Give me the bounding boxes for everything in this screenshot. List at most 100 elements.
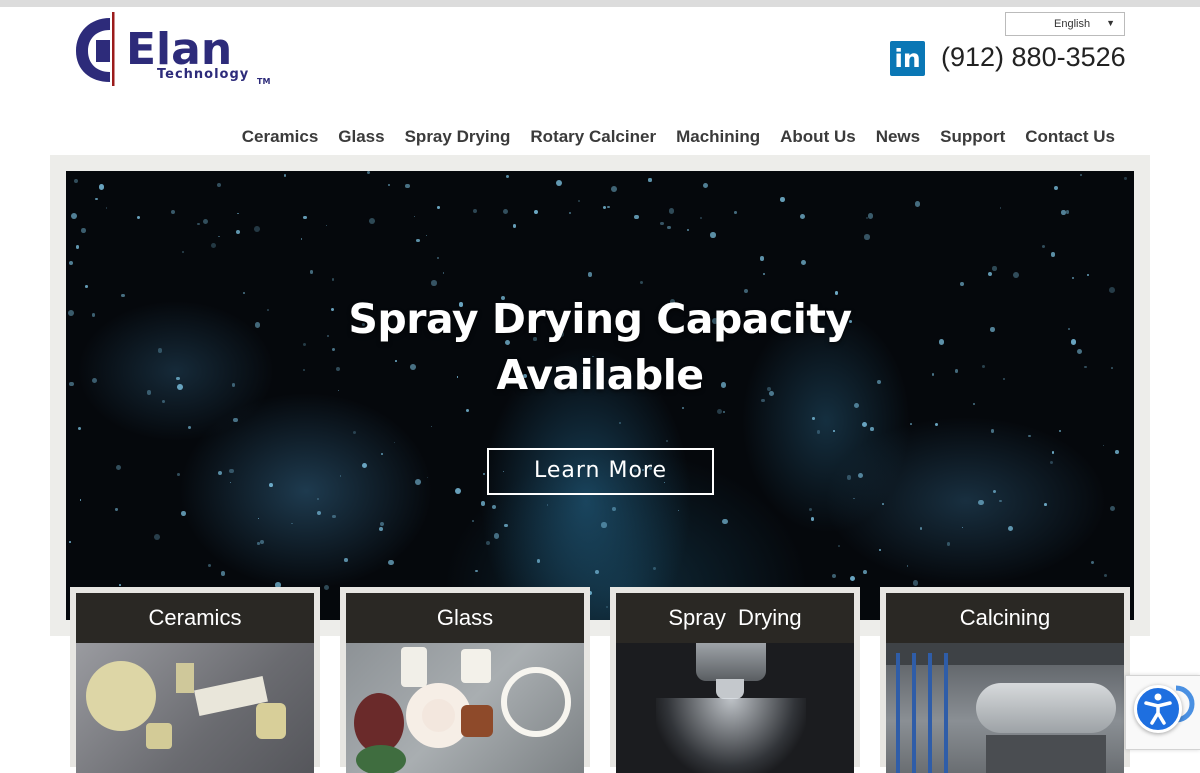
language-value: English	[1054, 18, 1091, 30]
speckle	[1091, 560, 1095, 565]
card-calcining[interactable]: Calcining	[880, 587, 1130, 773]
speckle	[387, 559, 394, 566]
speckle	[171, 209, 176, 214]
accessibility-icon[interactable]	[1134, 685, 1182, 733]
logo-mark-icon	[76, 12, 115, 86]
speckle	[505, 174, 509, 179]
speckle	[717, 408, 723, 414]
speckle	[1115, 450, 1120, 455]
linkedin-icon[interactable]: in	[890, 41, 925, 76]
speckle	[283, 174, 287, 177]
speckle	[491, 504, 496, 509]
speckle	[1049, 460, 1054, 465]
nav-item-support[interactable]: Support	[940, 127, 1005, 147]
speckle	[257, 542, 260, 545]
speckle	[961, 526, 964, 529]
speckle	[85, 285, 89, 288]
card-title: Ceramics	[76, 593, 314, 643]
nav-item-ceramics[interactable]: Ceramics	[242, 127, 319, 147]
speckle	[1008, 525, 1014, 532]
speckle	[361, 463, 367, 469]
main-nav: Ceramics Glass Spray Drying Rotary Calci…	[242, 127, 1115, 147]
speckle	[291, 522, 293, 525]
speckle	[800, 259, 806, 265]
speckle	[69, 541, 71, 544]
speckle	[831, 574, 837, 579]
nav-item-news[interactable]: News	[876, 127, 920, 147]
speckle	[568, 211, 571, 214]
linkedin-label: in	[894, 44, 921, 73]
nav-item-machining[interactable]: Machining	[676, 127, 760, 147]
speckle	[1124, 177, 1127, 180]
speckle	[81, 228, 86, 233]
speckle	[353, 431, 357, 435]
calcining-image	[886, 643, 1124, 773]
nav-item-about-us[interactable]: About Us	[780, 127, 856, 147]
speckle	[816, 430, 821, 435]
speckle	[233, 417, 238, 422]
card-title: Glass	[346, 593, 584, 643]
speckle	[763, 273, 765, 276]
speckle	[443, 272, 445, 274]
speckle	[686, 229, 689, 232]
card-ceramics[interactable]: Ceramics	[70, 587, 320, 773]
speckle	[69, 260, 74, 265]
speckle	[388, 183, 391, 186]
speckle	[197, 222, 200, 226]
speckle	[323, 585, 330, 591]
speckle	[1043, 502, 1047, 506]
speckle	[865, 216, 869, 220]
speckle	[960, 281, 964, 286]
speckle	[853, 403, 859, 409]
hero-title-line-2: Available	[496, 351, 704, 399]
speckle	[909, 423, 912, 425]
speckle	[465, 408, 470, 412]
elan-technology-logo[interactable]: Elan Technology TM	[74, 10, 274, 90]
logo-subtitle: Technology	[157, 67, 250, 82]
speckle	[218, 235, 220, 238]
language-select[interactable]: English ▼	[1005, 12, 1125, 36]
speckle	[472, 520, 475, 523]
phone-number[interactable]: (912) 880-3526	[941, 42, 1126, 73]
speckle	[987, 272, 993, 277]
speckle	[473, 209, 478, 214]
speckle	[882, 503, 885, 505]
speckle	[237, 212, 239, 215]
speckle	[853, 497, 855, 500]
speckle	[878, 548, 881, 552]
speckle	[486, 541, 491, 546]
speckle	[257, 517, 260, 520]
speckle	[722, 518, 728, 525]
speckle	[1065, 210, 1070, 214]
speckle	[1013, 271, 1019, 278]
speckle	[606, 205, 610, 209]
nav-item-rotary-calciner[interactable]: Rotary Calciner	[530, 127, 656, 147]
speckle	[202, 218, 209, 225]
speckle	[533, 210, 538, 215]
card-spray-drying[interactable]: Spray Drying	[610, 587, 860, 773]
speckle	[480, 501, 486, 506]
speckle	[973, 403, 975, 406]
speckle	[912, 580, 919, 587]
speckle	[667, 225, 671, 230]
card-glass[interactable]: Glass	[340, 587, 590, 773]
speckle	[992, 266, 997, 271]
speckle	[229, 468, 234, 474]
speckle	[810, 517, 815, 521]
speckle	[935, 422, 939, 427]
speckle	[115, 508, 118, 511]
speckle	[75, 245, 80, 249]
nav-item-glass[interactable]: Glass	[338, 127, 384, 147]
speckle	[700, 217, 702, 220]
speckle	[710, 232, 716, 238]
speckle	[1079, 174, 1083, 177]
learn-more-button[interactable]: Learn More	[487, 448, 714, 495]
speckle	[919, 527, 923, 530]
nav-item-contact-us[interactable]: Contact Us	[1025, 127, 1115, 147]
speckle	[800, 214, 805, 220]
glass-image	[346, 643, 584, 773]
nav-item-spray-drying[interactable]: Spray Drying	[405, 127, 511, 147]
speckle	[187, 425, 191, 429]
speckle	[379, 521, 384, 527]
speckle	[301, 238, 303, 240]
